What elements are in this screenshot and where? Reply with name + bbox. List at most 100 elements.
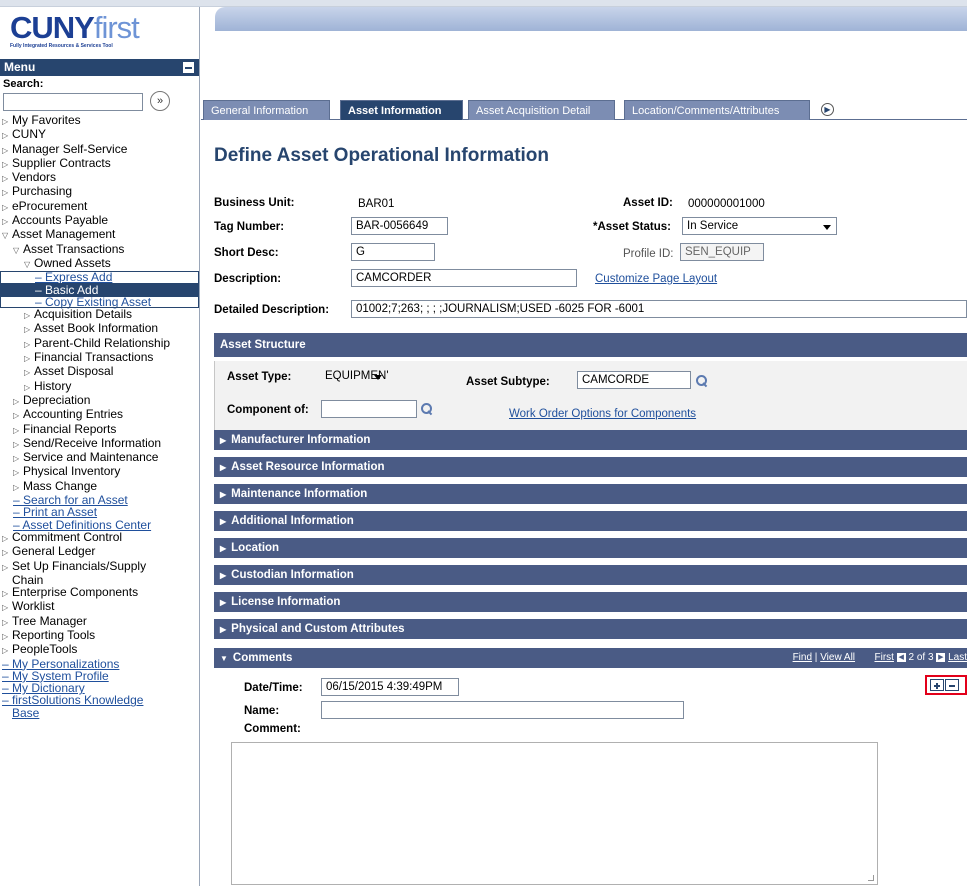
- profile-id-label: Profile ID:: [623, 248, 674, 260]
- expand-icon: ▷: [24, 354, 31, 364]
- name-input[interactable]: [321, 701, 684, 719]
- menu-item-reporting-tools[interactable]: ▷ Reporting Tools: [0, 629, 199, 643]
- expand-icon: ▷: [2, 145, 9, 155]
- section-label: Manufacturer Information: [231, 434, 371, 446]
- section-maintenance-information[interactable]: ▶ Maintenance Information: [214, 484, 967, 504]
- menu-item-my-favorites[interactable]: ▷ My Favorites: [0, 114, 199, 128]
- menu-item-depreciation[interactable]: ▷ Depreciation: [0, 394, 199, 408]
- comment-textarea[interactable]: [231, 742, 878, 885]
- menu-item-accounts-payable[interactable]: ▷ Accounts Payable: [0, 214, 199, 228]
- menu-item-label: PeopleTools: [12, 642, 78, 657]
- asset-subtype-label: Asset Subtype:: [466, 376, 550, 388]
- add-row-button[interactable]: [930, 679, 944, 691]
- asset-status-value: In Service: [687, 220, 739, 232]
- detailed-description-input[interactable]: 01002;7;263; ; ; ;JOURNALISM;USED -6025 …: [351, 300, 967, 318]
- resize-grip-icon[interactable]: [868, 875, 874, 881]
- section-label: Physical and Custom Attributes: [231, 623, 405, 635]
- caret-down-icon: ▼: [220, 654, 228, 663]
- expand-icon: ▷: [2, 533, 9, 543]
- menu-item-tree-manager[interactable]: ▷ Tree Manager: [0, 615, 199, 629]
- expand-icon: ▷: [13, 411, 20, 421]
- section-additional-information[interactable]: ▶ Additional Information: [214, 511, 967, 531]
- asset-subtype-input[interactable]: CAMCORDE: [577, 371, 691, 389]
- section-physical-custom-attributes[interactable]: ▶ Physical and Custom Attributes: [214, 619, 967, 639]
- menu-item-supplier-contracts[interactable]: ▷ Supplier Contracts: [0, 157, 199, 171]
- menu-item-express-add[interactable]: – Express Add: [0, 271, 199, 284]
- menu-item-accounting-entries[interactable]: ▷ Accounting Entries: [0, 408, 199, 422]
- chevron-down-icon: [823, 225, 831, 230]
- find-link[interactable]: Find: [793, 652, 812, 663]
- previous-icon[interactable]: ◀: [896, 652, 906, 662]
- menu-item-financial-reports[interactable]: ▷ Financial Reports: [0, 422, 199, 437]
- menu-item-manager-self-service[interactable]: ▷ Manager Self-Service: [0, 142, 199, 157]
- search-go-icon[interactable]: »: [150, 91, 170, 111]
- menu-item-asset-transactions[interactable]: ▽ Asset Transactions: [0, 243, 199, 257]
- collapse-icon[interactable]: [183, 62, 194, 73]
- section-custodian-information[interactable]: ▶ Custodian Information: [214, 565, 967, 585]
- menu-search-input[interactable]: [3, 93, 143, 111]
- menu-item-eprocurement[interactable]: ▷ eProcurement: [0, 200, 199, 214]
- menu-header: Menu: [0, 59, 199, 76]
- component-of-input[interactable]: [321, 400, 417, 418]
- menu-item-parent-child-relationship[interactable]: ▷ Parent-Child Relationship: [0, 337, 199, 351]
- view-all-link[interactable]: View All: [820, 652, 855, 663]
- expand-icon: ▷: [2, 617, 9, 627]
- short-desc-input[interactable]: G: [351, 243, 435, 261]
- menu-item-acquisition-details[interactable]: ▷ Acquisition Details: [0, 308, 199, 322]
- menu-item-service-and-maintenance[interactable]: ▷ Service and Maintenance: [0, 451, 199, 465]
- tab-location-comments-attributes[interactable]: Location/Comments/Attributes: [624, 100, 810, 120]
- menu-item-vendors[interactable]: ▷ Vendors: [0, 171, 199, 185]
- asset-type-select[interactable]: EQUIPMEN': [320, 367, 389, 385]
- work-order-options-link[interactable]: Work Order Options for Components: [509, 408, 696, 420]
- menu-item-label: Depreciation: [23, 392, 91, 407]
- next-tabs-icon[interactable]: ▶: [821, 103, 834, 116]
- section-location[interactable]: ▶ Location: [214, 538, 967, 558]
- section-asset-resource-information[interactable]: ▶ Asset Resource Information: [214, 457, 967, 477]
- menu-item-cuny[interactable]: ▷ CUNY: [0, 128, 199, 142]
- section-license-information[interactable]: ▶ License Information: [214, 592, 967, 612]
- expand-icon: ▷: [13, 425, 20, 435]
- menu-item-financial-transactions[interactable]: ▷ Financial Transactions: [0, 351, 199, 365]
- asset-type-label: Asset Type:: [227, 371, 292, 383]
- menu-item-owned-assets[interactable]: ▽ Owned Assets: [0, 257, 199, 271]
- menu-item-asset-disposal[interactable]: ▷ Asset Disposal: [0, 365, 199, 379]
- delete-row-button[interactable]: [945, 679, 959, 691]
- menu-item-asset-book-information[interactable]: ▷ Asset Book Information: [0, 322, 199, 336]
- menu-item-mass-change[interactable]: ▷ Mass Change: [0, 480, 199, 494]
- customize-page-layout-link[interactable]: Customize Page Layout: [595, 273, 717, 285]
- caret-right-icon: ▶: [220, 490, 227, 499]
- asset-subtype-lookup-icon[interactable]: [695, 374, 709, 388]
- first-link[interactable]: First: [874, 652, 893, 663]
- menu-item-label: Accounting Entries: [23, 407, 124, 422]
- expand-icon: ▷: [2, 217, 9, 227]
- menu-item-label: Mass Change: [23, 478, 98, 493]
- asset-status-select[interactable]: In Service: [682, 217, 837, 235]
- last-link[interactable]: Last: [948, 652, 967, 663]
- comments-header[interactable]: ▼ Comments Find | View All First ◀ 2 of 3…: [214, 648, 967, 668]
- tab-asset-acquisition-detail[interactable]: Asset Acquisition Detail: [468, 100, 615, 120]
- menu-item-asset-management[interactable]: ▽ Asset Management: [0, 228, 199, 242]
- section-manufacturer-information[interactable]: ▶ Manufacturer Information: [214, 430, 967, 450]
- tab-label: Location/Comments/Attributes: [632, 105, 780, 117]
- menu-item-send-receive-information[interactable]: ▷ Send/Receive Information: [0, 437, 199, 451]
- tab-asset-information[interactable]: Asset Information: [340, 100, 463, 120]
- component-of-lookup-icon[interactable]: [420, 402, 434, 416]
- menu-item-base[interactable]: Base: [0, 707, 199, 719]
- section-label: Location: [231, 542, 280, 554]
- menu-item-enterprise-components[interactable]: ▷ Enterprise Components: [0, 586, 199, 600]
- next-icon[interactable]: ▶: [936, 652, 946, 662]
- tab-label: General Information: [211, 105, 309, 117]
- tab-general-information[interactable]: General Information: [203, 100, 330, 120]
- detailed-description-label: Detailed Description:: [214, 304, 330, 316]
- menu-item-physical-inventory[interactable]: ▷ Physical Inventory: [0, 465, 199, 479]
- menu-item-commitment-control[interactable]: ▷ Commitment Control: [0, 531, 199, 545]
- datetime-input[interactable]: 06/15/2015 4:39:49PM: [321, 678, 459, 696]
- menu-item-worklist[interactable]: ▷ Worklist: [0, 600, 199, 614]
- description-input[interactable]: CAMCORDER: [351, 269, 577, 287]
- menu-item-peopletools[interactable]: ▷ PeopleTools: [0, 643, 199, 657]
- menu-item-set-up-financials-supply[interactable]: ▷ Set Up Financials/Supply: [0, 559, 199, 574]
- menu-item-history[interactable]: ▷ History: [0, 379, 199, 394]
- menu-item-purchasing[interactable]: ▷ Purchasing: [0, 185, 199, 199]
- menu-item-general-ledger[interactable]: ▷ General Ledger: [0, 545, 199, 559]
- tag-number-input[interactable]: BAR-0056649: [351, 217, 448, 235]
